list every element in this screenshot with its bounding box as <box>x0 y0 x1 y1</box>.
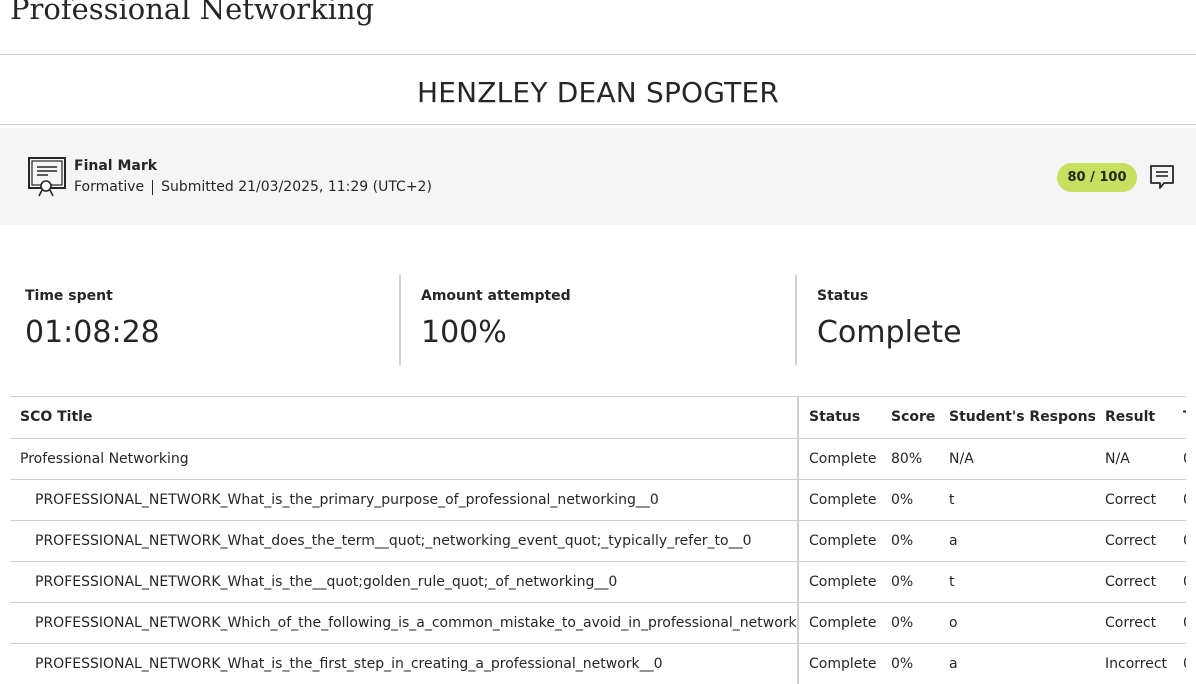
submitted-date: Submitted 21/03/2025, 11:29 (UTC+2) <box>161 179 432 195</box>
cell-status: Complete <box>798 520 881 562</box>
separator <box>152 179 154 195</box>
final-mark-bar: Final Mark Formative Submitted 21/03/202… <box>0 128 1196 225</box>
final-mark-details: Formative Submitted 21/03/2025, 11:29 (U… <box>74 179 432 195</box>
stat-label: Time spent <box>25 288 113 304</box>
stat-amount-attempted: Amount attempted 100% <box>421 275 781 365</box>
stat-value: 100% <box>421 315 507 350</box>
table-row: PROFESSIONAL_NETWORK_What_is_the_primary… <box>10 479 1186 521</box>
cell-sco-title: PROFESSIONAL_NETWORK_What_is_the_primary… <box>10 479 799 521</box>
table-row: PROFESSIONAL_NETWORK_What_is_the_first_s… <box>10 643 1186 684</box>
student-band: HENZLEY DEAN SPOGTER <box>0 56 1196 125</box>
cell-score: 80% <box>881 438 939 480</box>
cell-status: Complete <box>798 561 881 603</box>
stat-time-spent: Time spent 01:08:28 <box>25 275 385 365</box>
cell-status: Complete <box>798 479 881 521</box>
cell-response: t <box>939 561 1095 603</box>
table-header-row: SCO Title Status Score Student's Respons… <box>10 397 1186 439</box>
grade-type: Formative <box>74 179 145 195</box>
cell-response: t <box>939 479 1095 521</box>
stat-value: 01:08:28 <box>25 315 160 350</box>
certificate-icon <box>28 157 66 197</box>
sco-table-container[interactable]: SCO Title Status Score Student's Respons… <box>10 396 1186 684</box>
cell-t: 0 <box>1173 602 1186 644</box>
column-header-t: T <box>1173 397 1186 439</box>
cell-t: 0 <box>1173 438 1186 480</box>
cell-response: a <box>939 643 1095 684</box>
column-header-result: Result <box>1095 397 1173 439</box>
stat-label: Amount attempted <box>421 288 571 304</box>
cell-score: 0% <box>881 602 939 644</box>
cell-score: 0% <box>881 561 939 603</box>
course-title: Professional Networking <box>10 0 375 26</box>
column-header-response: Student's Response <box>939 397 1095 439</box>
cell-response: o <box>939 602 1095 644</box>
cell-sco-title: PROFESSIONAL_NETWORK_What_is_the__quot;g… <box>10 561 799 603</box>
stat-divider <box>795 275 797 365</box>
cell-sco-title: PROFESSIONAL_NETWORK_What_is_the_first_s… <box>10 643 799 684</box>
column-header-score: Score <box>881 397 939 439</box>
cell-score: 0% <box>881 643 939 684</box>
feedback-icon[interactable] <box>1148 163 1176 191</box>
stat-divider <box>399 275 401 365</box>
table-row: PROFESSIONAL_NETWORK_Which_of_the_follow… <box>10 602 1186 644</box>
cell-status: Complete <box>798 602 881 644</box>
table-row: Professional Networking Complete 80% N/A… <box>10 438 1186 480</box>
cell-response: N/A <box>939 438 1095 480</box>
sco-results-table: SCO Title Status Score Student's Respons… <box>10 397 1186 684</box>
cell-result: Correct <box>1095 561 1173 603</box>
grade-detail-page: Professional Networking HENZLEY DEAN SPO… <box>0 0 1196 684</box>
cell-result: N/A <box>1095 438 1173 480</box>
cell-result: Correct <box>1095 479 1173 521</box>
cell-response: a <box>939 520 1095 562</box>
cell-t: 0 <box>1173 520 1186 562</box>
cell-score: 0% <box>881 520 939 562</box>
stat-label: Status <box>817 288 869 304</box>
cell-result: Incorrect <box>1095 643 1173 684</box>
table-row: PROFESSIONAL_NETWORK_What_is_the__quot;g… <box>10 561 1186 603</box>
stat-value: Complete <box>817 315 962 350</box>
cell-sco-title: Professional Networking <box>10 438 799 480</box>
cell-t: 0 <box>1173 479 1186 521</box>
cell-status: Complete <box>798 438 881 480</box>
cell-result: Correct <box>1095 602 1173 644</box>
cell-sco-title: PROFESSIONAL_NETWORK_What_does_the_term_… <box>10 520 799 562</box>
final-mark-label: Final Mark <box>74 158 158 174</box>
student-name: HENZLEY DEAN SPOGTER <box>416 75 780 109</box>
table-row: PROFESSIONAL_NETWORK_What_does_the_term_… <box>10 520 1186 562</box>
cell-sco-title: PROFESSIONAL_NETWORK_Which_of_the_follow… <box>10 602 799 644</box>
stat-status: Status Complete <box>817 275 1177 365</box>
cell-score: 0% <box>881 479 939 521</box>
cell-result: Correct <box>1095 520 1173 562</box>
cell-status: Complete <box>798 643 881 684</box>
column-header-status: Status <box>798 397 881 439</box>
course-header: Professional Networking <box>0 0 1196 55</box>
attempt-stats: Time spent 01:08:28 Amount attempted 100… <box>0 275 1196 365</box>
column-header-sco-title: SCO Title <box>10 397 799 439</box>
score-badge: 80 / 100 <box>1057 163 1137 192</box>
cell-t: 0 <box>1173 643 1186 684</box>
cell-t: 0 <box>1173 561 1186 603</box>
